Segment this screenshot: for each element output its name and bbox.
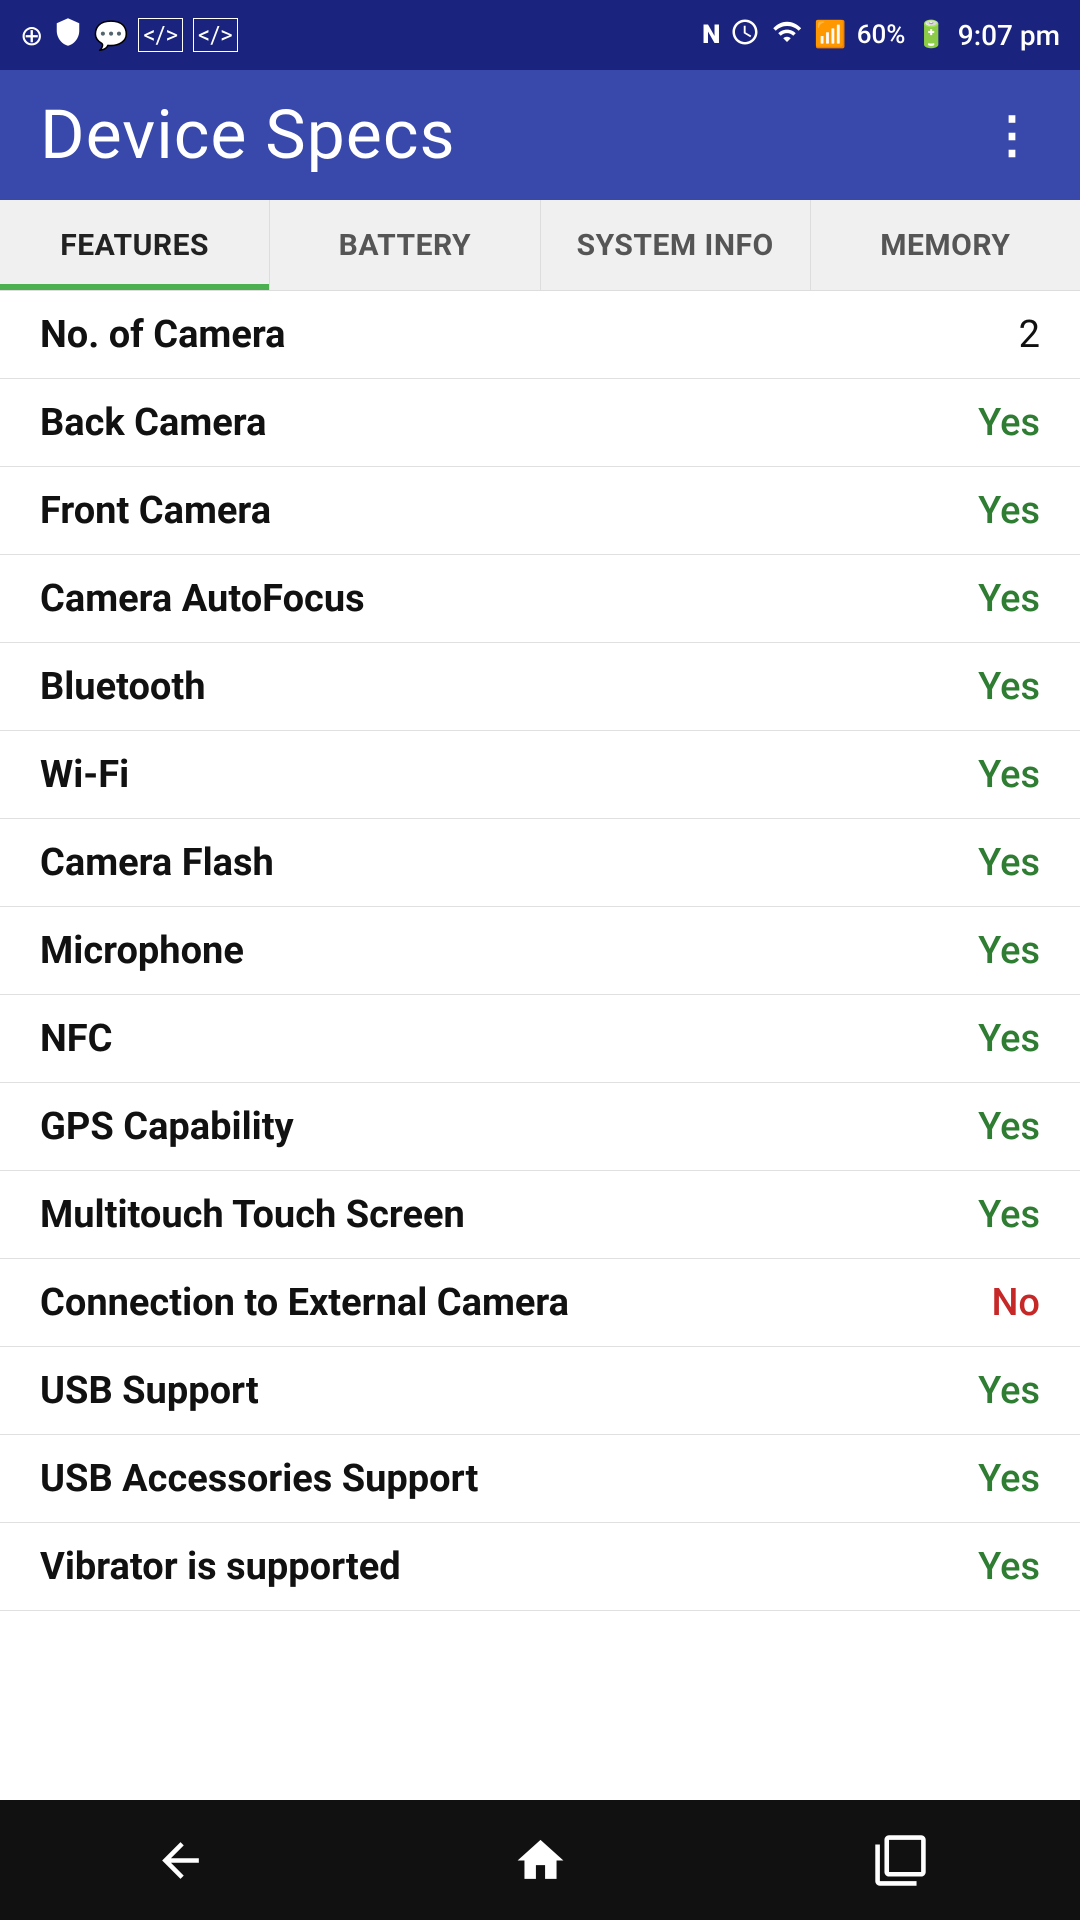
more-options-button[interactable]: ⋮	[987, 106, 1040, 165]
feature-row-13: USB Accessories Support Yes	[0, 1435, 1080, 1523]
tab-memory[interactable]: MEMORY	[811, 200, 1080, 290]
feature-row-4: Bluetooth Yes	[0, 643, 1080, 731]
feature-value-1: Yes	[978, 401, 1040, 445]
feature-name-4: Bluetooth	[40, 665, 206, 709]
status-bar: ⊕ 💬 </> </> N 📶 60% 🔋 9:07 pm	[0, 0, 1080, 70]
tab-features[interactable]: FEATURES	[0, 200, 270, 290]
feature-row-5: Wi-Fi Yes	[0, 731, 1080, 819]
tab-battery[interactable]: BATTERY	[270, 200, 540, 290]
feature-value-14: Yes	[978, 1545, 1040, 1589]
back-button[interactable]	[140, 1820, 220, 1900]
add-icon: ⊕	[20, 19, 43, 52]
tab-bar: FEATURES BATTERY SYSTEM INFO MEMORY	[0, 200, 1080, 291]
feature-row-11: Connection to External Camera No	[0, 1259, 1080, 1347]
feature-name-12: USB Support	[40, 1369, 259, 1413]
shield-icon	[53, 17, 83, 54]
feature-value-4: Yes	[978, 665, 1040, 709]
feature-name-7: Microphone	[40, 929, 244, 973]
feature-value-2: Yes	[978, 489, 1040, 533]
feature-row-7: Microphone Yes	[0, 907, 1080, 995]
feature-row-1: Back Camera Yes	[0, 379, 1080, 467]
feature-row-8: NFC Yes	[0, 995, 1080, 1083]
feature-name-0: No. of Camera	[40, 313, 286, 357]
wifi-icon	[770, 17, 804, 54]
feature-name-11: Connection to External Camera	[40, 1281, 569, 1325]
feature-value-13: Yes	[978, 1457, 1040, 1501]
battery-icon: 🔋	[915, 20, 947, 50]
feature-row-10: Multitouch Touch Screen Yes	[0, 1171, 1080, 1259]
feature-row-0: No. of Camera 2	[0, 291, 1080, 379]
nfc-icon: N	[702, 20, 720, 50]
recents-button[interactable]	[860, 1820, 940, 1900]
app-bar: Device Specs ⋮	[0, 70, 1080, 200]
status-bar-left: ⊕ 💬 </> </>	[20, 17, 238, 54]
feature-name-5: Wi-Fi	[40, 753, 129, 797]
feature-row-6: Camera Flash Yes	[0, 819, 1080, 907]
feature-value-7: Yes	[978, 929, 1040, 973]
feature-name-6: Camera Flash	[40, 841, 274, 885]
feature-value-11: No	[991, 1281, 1040, 1325]
feature-name-3: Camera AutoFocus	[40, 577, 365, 621]
feature-row-2: Front Camera Yes	[0, 467, 1080, 555]
alarm-icon	[730, 17, 760, 54]
feature-value-5: Yes	[978, 753, 1040, 797]
signal-icon: 📶	[814, 20, 846, 50]
feature-name-9: GPS Capability	[40, 1105, 294, 1149]
battery-percentage: 60%	[857, 20, 906, 50]
status-bar-right: N 📶 60% 🔋 9:07 pm	[702, 17, 1060, 54]
feature-row-14: Vibrator is supported Yes	[0, 1523, 1080, 1611]
feature-row-9: GPS Capability Yes	[0, 1083, 1080, 1171]
feature-row-3: Camera AutoFocus Yes	[0, 555, 1080, 643]
home-button[interactable]	[500, 1820, 580, 1900]
feature-name-13: USB Accessories Support	[40, 1457, 478, 1501]
feature-value-8: Yes	[978, 1017, 1040, 1061]
content-spacer	[0, 1706, 1080, 1801]
feature-value-3: Yes	[978, 577, 1040, 621]
features-list: No. of Camera2Back CameraYesFront Camera…	[0, 291, 1080, 1706]
whatsapp-icon: 💬	[93, 19, 128, 52]
time-display: 9:07 pm	[958, 19, 1060, 52]
feature-name-14: Vibrator is supported	[40, 1545, 401, 1589]
code-icon-1: </>	[138, 18, 183, 52]
feature-name-10: Multitouch Touch Screen	[40, 1193, 465, 1237]
feature-row-12: USB Support Yes	[0, 1347, 1080, 1435]
tab-system-info[interactable]: SYSTEM INFO	[541, 200, 811, 290]
feature-value-6: Yes	[978, 841, 1040, 885]
feature-name-2: Front Camera	[40, 489, 271, 533]
feature-value-12: Yes	[978, 1369, 1040, 1413]
feature-name-1: Back Camera	[40, 401, 266, 445]
feature-value-0: 2	[1019, 313, 1040, 357]
code-icon-2: </>	[193, 18, 238, 52]
app-title: Device Specs	[40, 95, 456, 175]
feature-value-10: Yes	[978, 1193, 1040, 1237]
feature-value-9: Yes	[978, 1105, 1040, 1149]
bottom-nav	[0, 1800, 1080, 1920]
feature-name-8: NFC	[40, 1017, 113, 1061]
